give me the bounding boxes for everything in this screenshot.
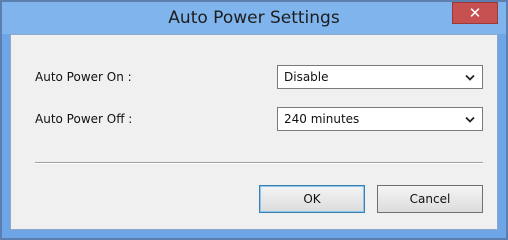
separator xyxy=(35,162,483,164)
auto-power-off-select[interactable]: 240 minutes xyxy=(277,107,483,131)
auto-power-off-value: 240 minutes xyxy=(284,112,360,126)
auto-power-on-label: Auto Power On : xyxy=(35,70,132,84)
title-bar[interactable]: Auto Power Settings ✕ xyxy=(2,2,506,34)
dialog-title: Auto Power Settings xyxy=(168,8,340,28)
close-button[interactable]: ✕ xyxy=(452,2,498,24)
chevron-down-icon xyxy=(465,116,475,123)
chevron-down-icon xyxy=(465,74,475,81)
cancel-button[interactable]: Cancel xyxy=(377,185,483,213)
close-icon: ✕ xyxy=(468,4,482,22)
auto-power-off-label: Auto Power Off : xyxy=(35,112,133,126)
dialog-body: Auto Power On : Disable Auto Power Off :… xyxy=(10,34,498,230)
ok-button[interactable]: OK xyxy=(259,185,365,213)
auto-power-settings-dialog: Auto Power Settings ✕ Auto Power On : Di… xyxy=(0,0,508,240)
auto-power-on-value: Disable xyxy=(284,70,329,84)
auto-power-on-select[interactable]: Disable xyxy=(277,65,483,89)
